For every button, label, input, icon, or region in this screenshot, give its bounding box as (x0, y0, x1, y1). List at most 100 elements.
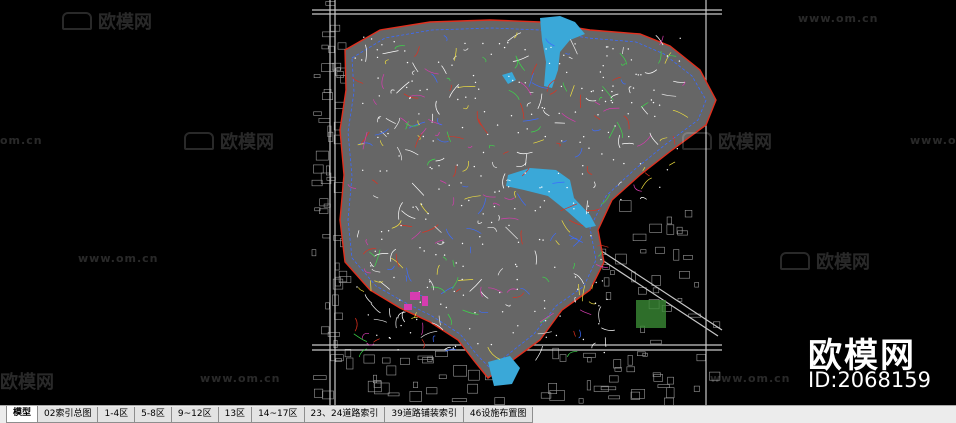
contour-line (421, 339, 425, 349)
survey-point (398, 155, 400, 157)
model-id-label: ID:2068159 (808, 368, 931, 392)
survey-point (678, 60, 681, 62)
survey-point (666, 55, 669, 57)
survey-point (386, 170, 388, 172)
survey-point (377, 77, 379, 79)
watermark-brand: 欧模网 (62, 8, 152, 34)
survey-point (612, 85, 614, 87)
survey-point (426, 286, 429, 289)
watermark-site: www.om.cn (200, 372, 281, 385)
layout-tab[interactable]: 02索引总图 (37, 407, 99, 423)
contour-line (373, 318, 387, 323)
building-footprint (605, 292, 612, 300)
building-footprint (678, 271, 690, 279)
contour-line (644, 172, 650, 177)
building-footprint (636, 351, 646, 356)
survey-point (582, 165, 584, 167)
survey-point (455, 262, 457, 264)
survey-point (419, 301, 421, 303)
survey-point (620, 198, 622, 201)
survey-point (590, 90, 593, 93)
building-footprint (363, 354, 375, 364)
layout-tab[interactable]: 5-8区 (134, 407, 172, 423)
layout-tab[interactable]: 46设施布置图 (462, 407, 534, 423)
contour-line (354, 317, 358, 332)
contour-line (639, 197, 647, 200)
survey-point (557, 172, 560, 175)
survey-point (462, 294, 465, 296)
building-footprint (467, 383, 478, 394)
building-footprint (451, 398, 467, 403)
watermark-brand: 欧模网 (0, 372, 54, 393)
building-footprint (683, 255, 693, 260)
contour-line (633, 184, 642, 192)
layout-tab[interactable]: 1-4区 (97, 407, 136, 423)
building-footprint (322, 31, 336, 38)
layout-tab[interactable]: 模型 (6, 406, 39, 423)
survey-point (508, 224, 510, 227)
survey-point (393, 41, 395, 43)
building-footprint (693, 385, 700, 392)
contour-line (535, 345, 543, 361)
sofa-logo-icon (184, 132, 214, 150)
survey-point (679, 37, 681, 39)
survey-point (438, 188, 440, 190)
survey-point (508, 75, 510, 78)
survey-point (400, 324, 402, 327)
survey-point (582, 338, 585, 341)
survey-point (490, 53, 492, 55)
contour-line (641, 177, 652, 190)
layout-tab[interactable]: 23、24道路索引 (303, 407, 386, 423)
survey-point (607, 131, 610, 134)
building-footprint (321, 44, 329, 50)
survey-point (507, 42, 509, 44)
building-footprint (666, 216, 672, 225)
survey-point (381, 44, 383, 46)
layout-tab[interactable]: 9~12区 (170, 407, 219, 423)
survey-point (412, 206, 414, 208)
building-footprint (655, 246, 665, 254)
survey-point (563, 54, 565, 56)
survey-point (524, 82, 526, 84)
survey-point (601, 280, 604, 282)
survey-point (637, 74, 639, 76)
building-footprint (603, 277, 610, 287)
survey-point (543, 200, 546, 202)
survey-point (574, 111, 577, 113)
survey-point (482, 213, 484, 215)
survey-point (555, 334, 558, 337)
layout-tab[interactable]: 14~17区 (251, 407, 305, 423)
survey-point (440, 303, 442, 305)
building-footprint (400, 357, 410, 365)
survey-point (374, 250, 376, 252)
building-footprint (615, 253, 627, 265)
survey-point (654, 115, 656, 118)
survey-point (380, 231, 383, 233)
contour-line (361, 332, 370, 339)
survey-point (423, 250, 425, 252)
survey-point (577, 288, 579, 290)
survey-point (461, 126, 464, 129)
layout-tab[interactable]: 13区 (217, 407, 253, 423)
survey-point (354, 57, 356, 59)
survey-point (543, 300, 546, 302)
survey-point (548, 191, 550, 193)
survey-point (666, 169, 669, 171)
survey-point (561, 140, 563, 142)
survey-point (541, 186, 543, 188)
survey-point (601, 89, 604, 92)
cad-model-viewport[interactable]: 欧模网 www.om.cn om.cn 欧模网 欧模网 www.om.cn ww… (0, 0, 956, 405)
survey-point (420, 203, 423, 205)
survey-point (427, 212, 429, 215)
watermark-brand: 欧模网 (682, 128, 772, 154)
watermark-site: om.cn (0, 134, 43, 147)
building-footprint (665, 387, 675, 399)
layout-tab[interactable]: 39道路铺装索引 (384, 407, 464, 423)
survey-point (542, 239, 544, 241)
survey-point (516, 265, 518, 268)
survey-point (393, 276, 395, 279)
survey-point (456, 164, 458, 166)
contour-line (401, 311, 406, 323)
survey-point (363, 36, 365, 38)
survey-point (487, 133, 489, 136)
